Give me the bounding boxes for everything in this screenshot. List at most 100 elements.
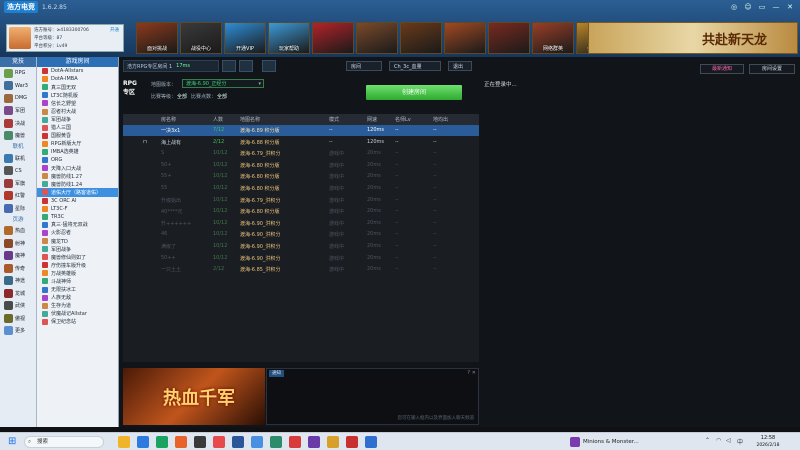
taskbar-app-icon[interactable] — [232, 436, 244, 448]
column-header[interactable]: 人数 — [213, 116, 223, 123]
game-list-item[interactable]: TR3C — [37, 213, 118, 221]
game-list-item[interactable]: DotA-IMBA — [37, 75, 118, 83]
game-list-item[interactable]: RPG新版大厅 — [37, 140, 118, 148]
category-item[interactable]: 决战 — [0, 117, 36, 130]
column-header[interactable]: 名师Lv — [395, 116, 411, 123]
game-list-item[interactable]: 魔龙TD — [37, 237, 118, 245]
user-icon[interactable]: ☺ — [742, 2, 754, 12]
category-item[interactable]: CS — [0, 165, 36, 178]
game-list-item[interactable]: 猎人三国 — [37, 124, 118, 132]
filter-value[interactable]: 全部 — [177, 93, 187, 100]
chat-tab[interactable]: 通知 — [269, 370, 284, 377]
taskbar-app-icon[interactable] — [346, 436, 358, 448]
close-icon[interactable]: ✕ — [472, 370, 476, 376]
top-tile[interactable]: 开通VIP — [224, 22, 266, 54]
ad-banner[interactable]: 热血千军 — [123, 368, 265, 425]
room-location[interactable]: 浩方RPG专区房间 1 17ms — [123, 60, 219, 72]
game-list-item[interactable]: 3C ORC AI — [37, 197, 118, 205]
game-list-item[interactable]: 人族无敌 — [37, 294, 118, 302]
game-list-item[interactable]: 国服黄昏 — [37, 132, 118, 140]
game-list-item[interactable]: 保卫纪念站 — [37, 318, 118, 326]
taskbar-app-icon[interactable] — [365, 436, 377, 448]
taskbar-app-icon[interactable] — [270, 436, 282, 448]
map-version-select[interactable]: 渡海-6.90_正经分 ▾ — [182, 79, 264, 88]
vip-link[interactable]: 开通 — [110, 27, 119, 33]
game-list-item[interactable]: 疗伤撞车版升级 — [37, 261, 118, 269]
category-item[interactable]: 神途 — [0, 275, 36, 288]
top-tile[interactable]: 网络群英 — [532, 22, 574, 54]
game-list-item[interactable]: 真三国无双 — [37, 83, 118, 91]
refresh-button[interactable] — [222, 60, 236, 72]
table-row[interactable]: ⊓ 海上战有 2/12 渡海-6.88 积分版 -- 120ms -- -- — [123, 137, 479, 148]
taskbar-search[interactable]: ⌕ 搜索 — [24, 436, 104, 448]
game-list-item[interactable]: 忍者村大战 — [37, 107, 118, 115]
chat-box[interactable]: 通知 ? ✕ 您可在输入框内以及界面加入聊天频道 — [266, 368, 479, 425]
user-panel[interactable]: 浩方账号：≥4183300706 平台等级：87 平台积分：Lv49 开通 — [6, 24, 124, 52]
tab-channel[interactable]: Ch_3c_血量 — [389, 61, 441, 71]
tab-room[interactable]: 房间 — [346, 61, 382, 71]
taskbar-app-icon[interactable] — [213, 436, 225, 448]
category-item[interactable]: 军团 — [0, 105, 36, 118]
help-icon[interactable]: ? — [467, 370, 470, 376]
avatar[interactable] — [9, 27, 31, 49]
windows-start-icon[interactable]: ⊞ — [8, 436, 16, 448]
language-indicator[interactable]: 中 — [737, 437, 743, 446]
category-item[interactable]: War3 — [0, 80, 36, 93]
category-item[interactable]: 魔兽 — [0, 130, 36, 143]
game-list-item[interactable]: 火影忍者 — [37, 229, 118, 237]
game-list-item[interactable]: 信长之野望 — [37, 99, 118, 107]
table-row[interactable]: 一决3x1 7/12 渡海-6.89 积分版 -- 120ms -- -- — [123, 125, 479, 136]
top-tile[interactable] — [312, 22, 354, 54]
game-list-item[interactable]: 天降入口大战 — [37, 164, 118, 172]
game-list-item[interactable]: 万战英雄版 — [37, 269, 118, 277]
table-row[interactable]: 55+ 10/12 渡海-6.80 积分版 游戏中 20ms -- -- — [123, 171, 479, 182]
column-header[interactable]: 地均出 — [433, 116, 448, 123]
top-tile[interactable] — [444, 22, 486, 54]
game-list-item[interactable]: ORG — [37, 156, 118, 164]
game-list-item[interactable]: 无限扶冰工 — [37, 286, 118, 294]
game-list-item[interactable]: 斗战神师 — [37, 277, 118, 285]
table-row[interactable]: 一只土土 2/12 渡海-6.85_洪积分 游戏中 20ms -- -- — [123, 264, 479, 275]
taskbar-app-icon[interactable] — [118, 436, 130, 448]
category-item[interactable]: 龙城 — [0, 287, 36, 300]
wifi-icon[interactable]: ◠ — [716, 437, 721, 444]
game-list-item[interactable]: 伏魔战记Allstar — [37, 310, 118, 318]
taskbar-app-icon[interactable] — [175, 436, 187, 448]
category-item[interactable]: 红警 — [0, 190, 36, 203]
game-list-item[interactable]: 真三·猛将无双战 — [37, 221, 118, 229]
swap-button[interactable] — [239, 60, 253, 72]
tray-up-icon[interactable]: ⌃ — [705, 437, 710, 444]
room-settings-button[interactable] — [262, 60, 276, 72]
game-list-item[interactable]: 魔兽修仙则如了 — [37, 253, 118, 261]
table-row[interactable]: 55 10/12 渡海-6.80 积分版 游戏中 20ms -- -- — [123, 183, 479, 194]
game-list-item[interactable]: 军团战争 — [37, 245, 118, 253]
taskbar-app-icon[interactable] — [251, 436, 263, 448]
create-room-button[interactable]: 创建房间 — [366, 85, 462, 100]
category-item[interactable]: 传奇 — [0, 262, 36, 275]
table-row[interactable]: 46 10/12 渡海-6.90_洪积分 游戏中 20ms -- -- — [123, 229, 479, 240]
table-row[interactable]: 升级始出 10/12 渡海-6.79_洪积分 游戏中 20ms -- -- — [123, 195, 479, 206]
category-item[interactable]: 傲视 — [0, 312, 36, 325]
game-list-item[interactable]: DotA-Allstars — [37, 67, 118, 75]
top-tile[interactable] — [356, 22, 398, 54]
table-row[interactable]: 50+ 10/12 渡海-6.80 积分版 游戏中 20ms -- -- — [123, 160, 479, 171]
column-header[interactable]: 地图名称 — [240, 116, 260, 123]
game-list-item[interactable]: LT3C随机版 — [37, 91, 118, 99]
media-widget[interactable]: Minions & Monster... — [570, 436, 639, 448]
exit-button[interactable]: 退出 — [448, 61, 472, 71]
column-header[interactable]: 网速 — [367, 116, 377, 123]
table-row[interactable]: 50++ 10/12 渡海-6.90_洪积分 游戏中 20ms -- -- — [123, 253, 479, 264]
table-row[interactable]: 满级了 10/12 渡海-6.90_洪积分 游戏中 20ms -- -- — [123, 241, 479, 252]
category-item[interactable]: RPG — [0, 67, 36, 80]
table-row[interactable]: S 10/12 渡海-6.79_洪积分 游戏中 20ms -- -- — [123, 148, 479, 159]
top-tile[interactable]: 玩家帮助 — [268, 22, 310, 54]
game-list-item[interactable]: 魔兽防线1.24 — [37, 180, 118, 188]
top-tile[interactable]: 战役中心 — [180, 22, 222, 54]
volume-icon[interactable]: ◁ — [726, 437, 731, 444]
minimize-icon[interactable]: — — [770, 2, 782, 12]
category-item[interactable]: 射神 — [0, 237, 36, 250]
column-header[interactable]: 模式 — [329, 116, 339, 123]
top-tile[interactable]: 面对挑战 — [136, 22, 178, 54]
category-item[interactable]: 热血 — [0, 225, 36, 238]
promo-banner[interactable]: 共赴新天龙 — [588, 22, 798, 54]
